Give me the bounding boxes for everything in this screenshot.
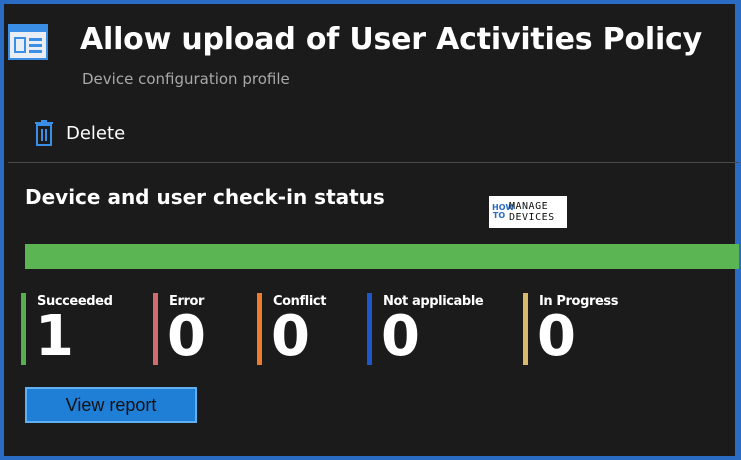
logo-howto: HOW TO: [492, 203, 515, 220]
stat-succeeded-value: 1: [35, 304, 74, 369]
view-report-label: View report: [65, 394, 157, 415]
watermark-logo: HOW TO MANAGE DEVICES: [489, 196, 567, 228]
logo-text: MANAGE DEVICES: [509, 201, 555, 223]
delete-button[interactable]: Delete: [34, 120, 125, 146]
page-subtitle: Device configuration profile: [82, 70, 290, 88]
toolbar-divider: [8, 162, 739, 163]
policy-blade: Allow upload of User Activities Policy D…: [0, 0, 741, 460]
stat-succeeded-bar: [21, 293, 26, 365]
stat-conflict-bar: [257, 293, 262, 365]
stat-error-value: 0: [167, 304, 206, 369]
logo-line2: DEVICES: [509, 212, 555, 223]
command-bar: Delete: [34, 120, 125, 152]
stat-in-progress-value: 0: [537, 304, 576, 369]
trash-icon: [35, 120, 53, 146]
stat-not-applicable-value: 0: [381, 304, 420, 369]
logo-line1: MANAGE: [509, 201, 549, 212]
blade-icon: [8, 24, 48, 60]
delete-label: Delete: [66, 122, 126, 144]
section-title: Device and user check-in status: [25, 185, 385, 209]
stat-error-bar: [153, 293, 158, 365]
checkin-status-bar: [25, 244, 739, 269]
stat-not-applicable-bar: [367, 293, 372, 365]
stat-in-progress-bar: [523, 293, 528, 365]
view-report-button[interactable]: View report: [25, 387, 197, 423]
page-title: Allow upload of User Activities Policy: [80, 22, 702, 57]
stat-conflict-value: 0: [271, 304, 310, 369]
